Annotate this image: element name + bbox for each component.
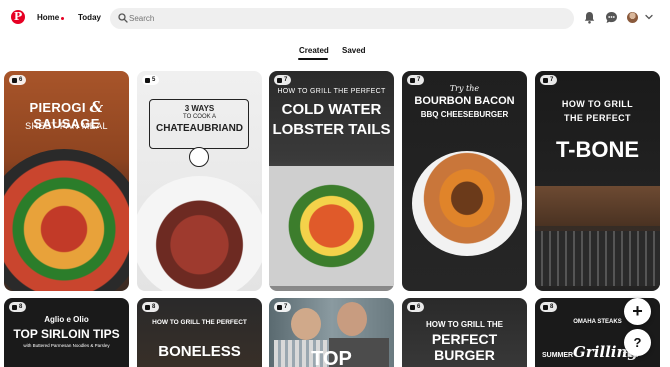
pin-title: CHATEAUBRIAND (155, 123, 244, 134)
pin-card[interactable]: Try the BOURBON BACON BBQ CHEESEBURGER 7 (402, 71, 527, 291)
help-button[interactable]: ? (624, 329, 651, 356)
pages-icon (543, 77, 548, 83)
pin-card[interactable]: HOW TO GRILL THE PERFECT BONELESS 8 (137, 298, 262, 367)
pin-card[interactable]: 3 WAYS TO COOK A CHATEAUBRIAND 5 (137, 71, 262, 291)
pin-count-badge: 8 (540, 302, 557, 312)
pin-subtitle: HOW TO GRILL THE (425, 320, 504, 329)
search-input[interactable] (129, 8, 549, 29)
pin-card[interactable]: PIEROGI & SAUSAGE SHEET PAN MEAL 6 (4, 71, 129, 291)
pages-icon (145, 77, 150, 83)
active-tab-underline (298, 58, 328, 60)
pin-subtitle: Try the (449, 84, 480, 93)
nav-home-link[interactable]: Home (37, 13, 59, 22)
home-notification-dot (61, 17, 64, 20)
pinterest-logo-icon[interactable]: P (11, 10, 25, 24)
food-photo (4, 149, 129, 291)
pin-subtitle: HOW TO GRILL THE PERFECT (152, 319, 247, 326)
pin-subtitle: HOW TO GRILL THE PERFECT (277, 88, 386, 95)
pin-count-badge: 7 (407, 75, 424, 85)
person-photo (337, 302, 367, 336)
pin-subtitle: with Buttered Parmesan Noodles & Parsley (23, 343, 110, 348)
pin-title: & (89, 98, 104, 116)
tab-saved[interactable]: Saved (342, 46, 366, 55)
grill-grate (535, 231, 660, 286)
pin-card[interactable]: HOW TO GRILL THE PERFECT BURGER 6 (402, 298, 527, 367)
pin-count-badge: 6 (9, 75, 26, 85)
pin-count-badge: 7 (274, 302, 291, 312)
pin-title: TO COOK A (183, 114, 216, 120)
nav-today-link[interactable]: Today (78, 13, 101, 22)
food-photo (137, 176, 262, 291)
tab-created[interactable]: Created (299, 46, 329, 55)
top-nav: P Home Today (0, 0, 670, 36)
pin-title: T-BONE (555, 137, 640, 162)
pages-icon (410, 304, 415, 310)
pages-icon (543, 304, 548, 310)
pin-count-badge: 5 (142, 75, 159, 85)
pin-title: BONELESS (158, 343, 241, 360)
bell-icon[interactable] (583, 11, 596, 24)
pin-card[interactable]: HOW TO GRILL THE PERFECT T-BONE 7 (535, 71, 660, 291)
pin-title: LOBSTER TAILS (272, 121, 391, 138)
pin-count-badge: 6 (407, 302, 424, 312)
search-bar[interactable] (110, 8, 574, 29)
search-icon (118, 13, 128, 23)
pin-title: PIEROGI (29, 100, 86, 115)
pin-count-badge: 7 (540, 75, 557, 85)
pin-card[interactable]: HOW TO GRILL THE PERFECT COLD WATER LOBS… (269, 71, 394, 291)
pages-icon (277, 304, 282, 310)
person-photo (291, 308, 321, 340)
pages-icon (145, 304, 150, 310)
pin-subtitle: HOW TO GRILL (561, 99, 634, 109)
pin-title: TOP (311, 348, 352, 367)
food-photo (535, 186, 660, 226)
pin-title: 3 WAYS (184, 104, 215, 113)
avatar[interactable] (627, 12, 638, 23)
chevron-down-icon[interactable] (645, 14, 653, 20)
messages-icon[interactable] (605, 11, 618, 24)
pages-icon (12, 77, 17, 83)
pin-subtitle: Aglio e Olio (44, 315, 89, 324)
pin-count-badge: 8 (142, 302, 159, 312)
pin-subtitle: SHEET PAN MEAL (25, 121, 108, 131)
pin-card[interactable]: Aglio e Olio TOP SIRLOIN TIPS with Butte… (4, 298, 129, 367)
pages-icon (12, 304, 17, 310)
food-photo (269, 166, 394, 286)
add-button[interactable]: + (624, 298, 651, 325)
pin-count-badge: 7 (274, 75, 291, 85)
pin-title: PERFECT BURGER (431, 331, 498, 363)
pin-subtitle: BBQ CHEESEBURGER (420, 110, 509, 119)
pin-subtitle: SUMMER (542, 352, 574, 359)
pin-count-badge: 8 (9, 302, 26, 312)
pin-title: BOURBON BACON (414, 95, 515, 107)
food-photo (412, 151, 522, 256)
pin-title: COLD WATER (281, 101, 382, 118)
pages-icon (410, 77, 415, 83)
grill-icon (189, 147, 209, 167)
pages-icon (277, 77, 282, 83)
pin-title: TOP SIRLOIN TIPS (13, 327, 120, 341)
pin-card[interactable]: TOP 7 (269, 298, 394, 367)
pin-subtitle: THE PERFECT (564, 113, 631, 123)
